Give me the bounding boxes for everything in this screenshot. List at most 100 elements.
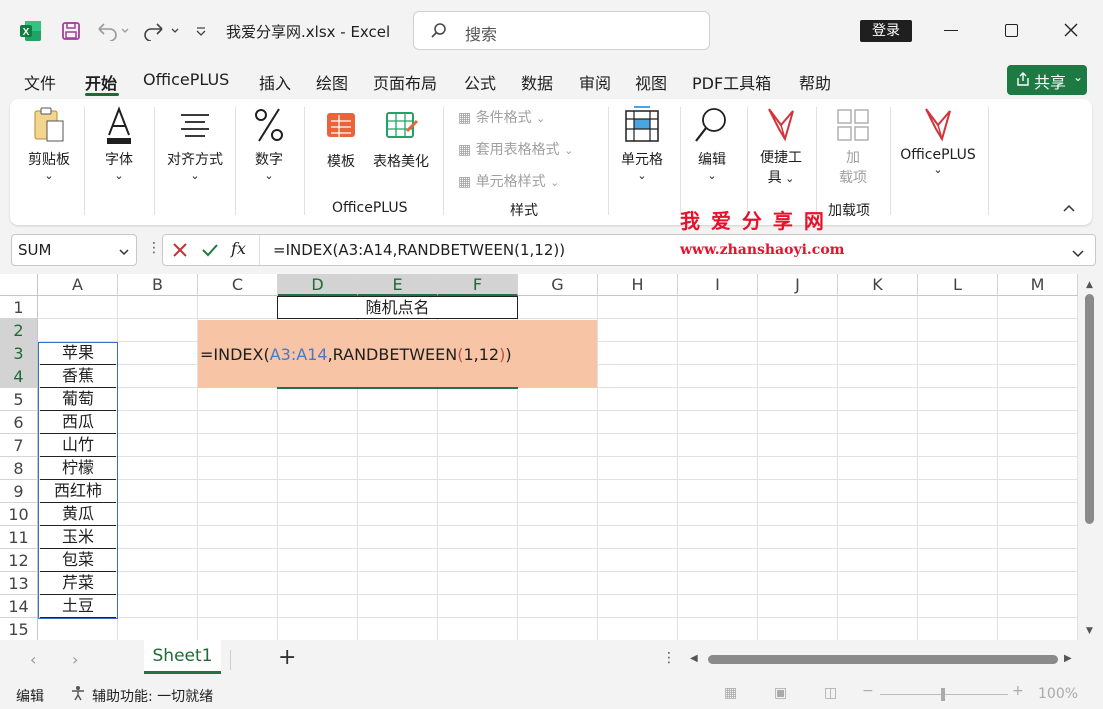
page-break-view-icon[interactable]: ◫ xyxy=(824,685,837,701)
cells-button[interactable]: 单元格 ⌄ xyxy=(616,105,668,182)
scroll-left-icon[interactable]: ◀ xyxy=(690,653,698,664)
column-header-b[interactable]: B xyxy=(118,274,198,296)
column-header-e[interactable]: E xyxy=(358,274,438,296)
editing-cell[interactable]: =INDEX(A3:A14,RANDBETWEEN(1,12)) xyxy=(198,320,597,388)
list-item[interactable]: 山竹 xyxy=(40,434,116,457)
cell-style-button[interactable]: ▦ 单元格样式 ⌄ xyxy=(458,171,559,191)
column-header-c[interactable]: C xyxy=(198,274,278,296)
row-header-10[interactable]: 10 xyxy=(0,503,38,526)
next-sheet-icon[interactable]: › xyxy=(72,650,78,669)
horizontal-scrollbar-thumb[interactable] xyxy=(708,655,1058,664)
accessibility-icon[interactable] xyxy=(70,685,86,705)
column-header-g[interactable]: G xyxy=(518,274,598,296)
insert-function-icon[interactable]: fx xyxy=(231,239,246,258)
collapse-ribbon-icon[interactable] xyxy=(1062,201,1076,217)
row-header-14[interactable]: 14 xyxy=(0,595,38,618)
list-item[interactable]: 柠檬 xyxy=(40,457,116,480)
scroll-right-icon[interactable]: ▶ xyxy=(1064,653,1072,664)
row-header-13[interactable]: 13 xyxy=(0,572,38,595)
scroll-down-icon[interactable]: ▼ xyxy=(1086,626,1093,636)
zoom-in-icon[interactable]: + xyxy=(1012,683,1024,699)
tab-file[interactable]: 文件 xyxy=(24,70,56,94)
list-item[interactable]: 西瓜 xyxy=(40,411,116,434)
alignment-button[interactable]: 对齐方式 ⌄ xyxy=(162,105,228,182)
prev-sheet-icon[interactable]: ‹ xyxy=(30,650,36,669)
save-icon[interactable] xyxy=(58,18,84,44)
row-header-12[interactable]: 12 xyxy=(0,549,38,572)
template-button[interactable]: 模板 xyxy=(320,109,362,171)
redo-icon[interactable] xyxy=(140,18,184,44)
clipboard-button[interactable]: 剪贴板 ⌄ xyxy=(24,105,74,182)
row-header-9[interactable]: 9 xyxy=(0,480,38,503)
column-header-l[interactable]: L xyxy=(918,274,998,296)
row-header-11[interactable]: 11 xyxy=(0,526,38,549)
table-format-button[interactable]: ▦ 套用表格格式 ⌄ xyxy=(458,139,573,159)
row-header-15[interactable]: 15 xyxy=(0,618,38,641)
list-item[interactable]: 香蕉 xyxy=(40,365,116,388)
row-header-3[interactable]: 3 xyxy=(0,342,38,365)
tab-home[interactable]: 开始 xyxy=(85,70,117,94)
worksheet-grid[interactable]: ABCDEFGHIJKLM 1 2 3 4 5 6 7 8 9 10 11 12 13 14 15 随机点名… xyxy=(0,274,1103,641)
zoom-slider-thumb[interactable] xyxy=(941,688,945,701)
more-options-icon[interactable]: ⋮ xyxy=(147,240,161,256)
vertical-scrollbar[interactable]: ▲ ▼ xyxy=(1078,274,1103,640)
formula-input[interactable]: =INDEX(A3:A14,RANDBETWEEN(1,12)) xyxy=(273,241,565,259)
tab-officeplus[interactable]: OfficePLUS xyxy=(143,70,229,89)
tab-data[interactable]: 数据 xyxy=(521,70,553,94)
scrollbar-thumb[interactable] xyxy=(1085,294,1094,524)
tab-review[interactable]: 审阅 xyxy=(579,70,611,94)
row-header-8[interactable]: 8 xyxy=(0,457,38,480)
list-item[interactable]: 包菜 xyxy=(40,549,116,572)
tab-draw[interactable]: 绘图 xyxy=(316,70,348,94)
column-header-h[interactable]: H xyxy=(598,274,678,296)
tab-page-layout[interactable]: 页面布局 xyxy=(373,70,437,94)
expand-formula-icon[interactable] xyxy=(1071,244,1085,263)
close-icon[interactable] xyxy=(1063,22,1079,42)
scroll-up-icon[interactable]: ▲ xyxy=(1086,280,1093,290)
list-item[interactable]: 葡萄 xyxy=(40,388,116,411)
row-header-7[interactable]: 7 xyxy=(0,434,38,457)
customize-toolbar-icon[interactable] xyxy=(192,18,210,44)
column-header-m[interactable]: M xyxy=(998,274,1078,296)
row-header-5[interactable]: 5 xyxy=(0,388,38,411)
number-button[interactable]: 数字 ⌄ xyxy=(246,105,292,182)
maximize-icon[interactable] xyxy=(1005,24,1018,37)
list-item[interactable]: 苹果 xyxy=(40,342,116,365)
more-options-icon[interactable]: ⋮ xyxy=(662,650,676,666)
tab-formulas[interactable]: 公式 xyxy=(464,70,496,94)
zoom-level[interactable]: 100% xyxy=(1038,686,1078,702)
row-header-1[interactable]: 1 xyxy=(0,296,38,319)
addins-button[interactable]: 加 载项 xyxy=(832,107,874,187)
list-item[interactable]: 土豆 xyxy=(40,595,116,618)
minimize-icon[interactable] xyxy=(944,30,958,31)
normal-view-icon[interactable]: ▦ xyxy=(724,685,737,701)
officeplus-button[interactable]: OfficePLUS ⌄ xyxy=(896,105,980,176)
column-header-k[interactable]: K xyxy=(838,274,918,296)
login-button[interactable]: 登录 xyxy=(860,20,912,42)
search-box[interactable]: 搜索 xyxy=(413,11,710,50)
page-layout-view-icon[interactable]: ▣ xyxy=(774,685,787,701)
name-box[interactable]: SUM xyxy=(11,234,137,266)
zoom-out-icon[interactable]: − xyxy=(862,683,874,699)
editing-button[interactable]: 编辑 ⌄ xyxy=(690,105,734,182)
row-header-4[interactable]: 4 xyxy=(0,365,38,388)
undo-icon[interactable] xyxy=(92,18,132,44)
add-sheet-icon[interactable]: + xyxy=(278,645,296,670)
cancel-icon[interactable] xyxy=(171,241,189,263)
list-item[interactable]: 芹菜 xyxy=(40,572,116,595)
tab-view[interactable]: 视图 xyxy=(635,70,667,94)
list-item[interactable]: 黄瓜 xyxy=(40,503,116,526)
tab-help[interactable]: 帮助 xyxy=(799,70,831,94)
column-header-d[interactable]: D xyxy=(278,274,358,296)
title-cell[interactable]: 随机点名 xyxy=(277,296,518,319)
sheet-tab[interactable]: Sheet1 xyxy=(144,640,221,674)
table-beautify-button[interactable]: 表格美化 xyxy=(368,109,434,171)
accessibility-status[interactable]: 辅助功能: 一切就绪 xyxy=(92,686,213,706)
conditional-format-button[interactable]: ▦ 条件格式 ⌄ xyxy=(458,107,545,127)
font-button[interactable]: 字体 ⌄ xyxy=(96,105,142,182)
column-header-a[interactable]: A xyxy=(38,274,118,296)
column-header-i[interactable]: I xyxy=(678,274,758,296)
share-button[interactable]: 共享 ⌄ xyxy=(1007,65,1087,95)
quick-tools-button[interactable]: 便捷工 具 ⌄ xyxy=(756,105,806,187)
enter-icon[interactable] xyxy=(201,241,219,263)
